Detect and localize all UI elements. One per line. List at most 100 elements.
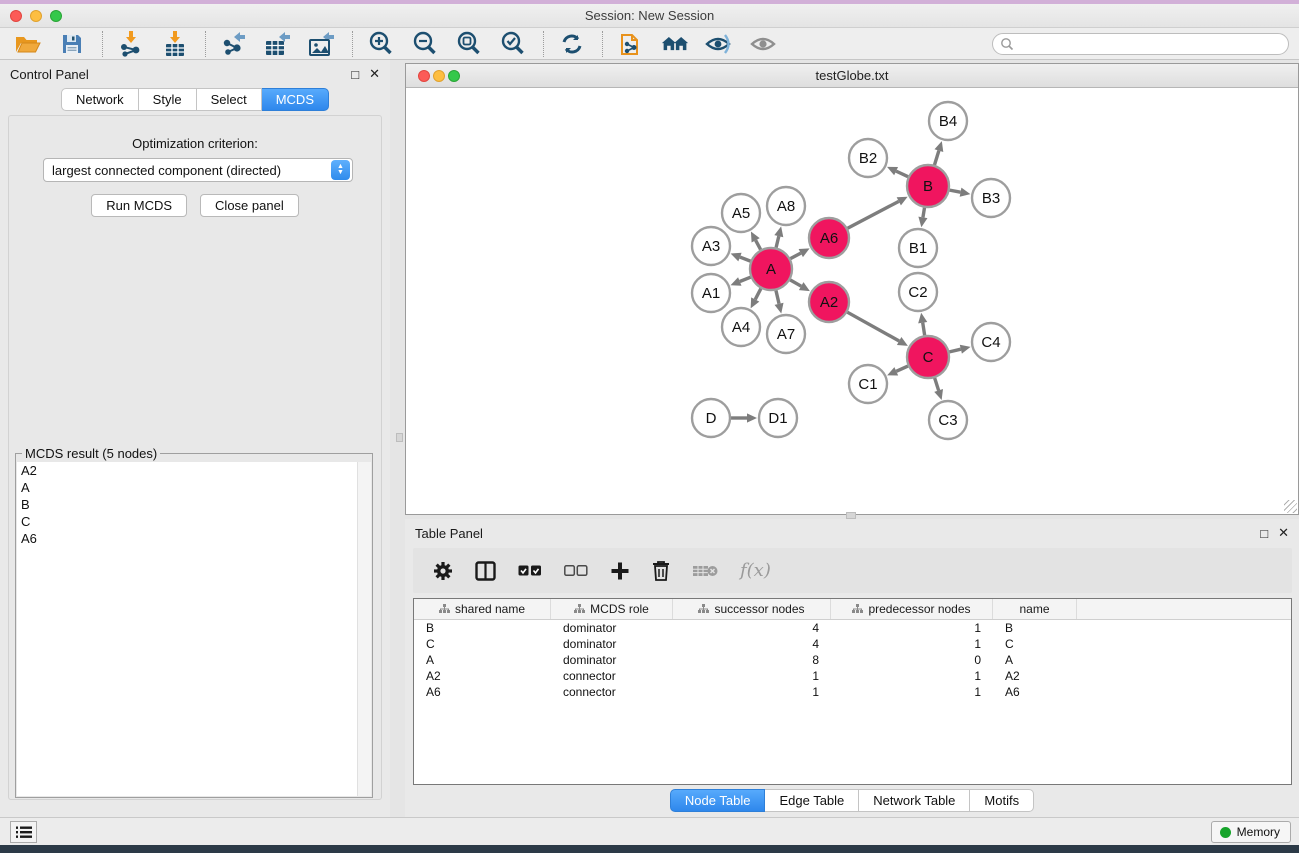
window-resize-grip[interactable] bbox=[1284, 500, 1297, 513]
delete-table-button[interactable] bbox=[692, 563, 718, 579]
table-cell[interactable]: A2 bbox=[414, 668, 551, 684]
table-cell[interactable]: connector bbox=[551, 668, 673, 684]
graph-node-A8[interactable]: A8 bbox=[767, 187, 805, 225]
table-cell[interactable]: A bbox=[993, 652, 1077, 668]
export-table-button[interactable] bbox=[264, 31, 292, 57]
run-mcds-button[interactable]: Run MCDS bbox=[91, 194, 187, 217]
graph-edge-A-A2[interactable] bbox=[790, 280, 810, 291]
table-cell[interactable]: 1 bbox=[831, 620, 993, 636]
graph-edge-A-A6[interactable] bbox=[790, 248, 809, 258]
delete-columns-button[interactable] bbox=[652, 560, 670, 581]
graph-node-C4[interactable]: C4 bbox=[972, 323, 1010, 361]
column-header-successor-nodes[interactable]: successor nodes bbox=[673, 599, 831, 619]
graph-edge-C-C2[interactable] bbox=[918, 313, 927, 336]
select-all-rows-button[interactable] bbox=[518, 565, 542, 577]
network-canvas[interactable]: AA1A3A5A8A4A7A6A2BB2B4B3B1CC2C4C1C3DD1 bbox=[406, 89, 1298, 514]
float-panel-icon[interactable]: □ bbox=[351, 67, 359, 82]
export-network-button[interactable] bbox=[220, 31, 248, 57]
graph-edge-A-A1[interactable] bbox=[730, 277, 750, 286]
criterion-select[interactable]: largest connected component (directed) ▲… bbox=[43, 158, 353, 182]
tab-network-table[interactable]: Network Table bbox=[859, 789, 970, 812]
graph-edge-D-D1[interactable] bbox=[731, 413, 757, 422]
graph-node-C3[interactable]: C3 bbox=[929, 401, 967, 439]
tab-node-table[interactable]: Node Table bbox=[670, 789, 766, 812]
graph-node-B[interactable]: B bbox=[907, 165, 949, 207]
table-cell[interactable]: 8 bbox=[673, 652, 831, 668]
table-cell[interactable]: dominator bbox=[551, 636, 673, 652]
table-cell[interactable]: connector bbox=[551, 684, 673, 700]
mcds-result-item[interactable]: A2 bbox=[17, 462, 357, 479]
save-session-button[interactable] bbox=[58, 31, 86, 57]
table-cell[interactable]: A6 bbox=[993, 684, 1077, 700]
graph-node-D1[interactable]: D1 bbox=[759, 399, 797, 437]
graph-edge-B-B1[interactable] bbox=[918, 208, 927, 228]
import-network-button[interactable] bbox=[117, 31, 145, 57]
table-cell[interactable]: 4 bbox=[673, 620, 831, 636]
table-cell[interactable]: dominator bbox=[551, 620, 673, 636]
close-table-panel-icon[interactable]: ✕ bbox=[1278, 525, 1289, 541]
horizontal-splitter-grip[interactable] bbox=[846, 512, 856, 519]
table-row[interactable]: A6connector11A6 bbox=[414, 684, 1291, 700]
column-header-shared-name[interactable]: shared name bbox=[414, 599, 551, 619]
graph-node-B2[interactable]: B2 bbox=[849, 139, 887, 177]
tab-network[interactable]: Network bbox=[61, 88, 139, 111]
table-cell[interactable]: 1 bbox=[831, 636, 993, 652]
import-table-button[interactable] bbox=[161, 31, 189, 57]
mcds-result-item[interactable]: C bbox=[17, 513, 357, 530]
close-panel-icon[interactable]: ✕ bbox=[369, 66, 380, 82]
column-header-name[interactable]: name bbox=[993, 599, 1077, 619]
deselect-all-rows-button[interactable] bbox=[564, 565, 588, 577]
table-row[interactable]: Bdominator41B bbox=[414, 620, 1291, 636]
graph-node-D[interactable]: D bbox=[692, 399, 730, 437]
table-cell[interactable]: 1 bbox=[673, 668, 831, 684]
graph-node-A[interactable]: A bbox=[750, 248, 792, 290]
tab-style[interactable]: Style bbox=[139, 88, 197, 111]
graph-node-B4[interactable]: B4 bbox=[929, 102, 967, 140]
graph-edge-A-A3[interactable] bbox=[731, 253, 751, 262]
table-cell[interactable]: 1 bbox=[673, 684, 831, 700]
table-cell[interactable]: A2 bbox=[993, 668, 1077, 684]
column-header-MCDS-role[interactable]: MCDS role bbox=[551, 599, 673, 619]
graph-node-B1[interactable]: B1 bbox=[899, 229, 937, 267]
zoom-in-button[interactable] bbox=[367, 31, 395, 57]
graph-edge-C-C3[interactable] bbox=[934, 378, 943, 400]
network-window-titlebar[interactable]: testGlobe.txt bbox=[406, 64, 1298, 88]
table-cell[interactable]: dominator bbox=[551, 652, 673, 668]
graph-node-A1[interactable]: A1 bbox=[692, 274, 730, 312]
graph-edge-A-A4[interactable] bbox=[751, 289, 761, 309]
graph-node-B3[interactable]: B3 bbox=[972, 179, 1010, 217]
table-cell[interactable]: A6 bbox=[414, 684, 551, 700]
hide-graphics-details-button[interactable] bbox=[705, 31, 733, 57]
table-cell[interactable]: 1 bbox=[831, 668, 993, 684]
table-row[interactable]: Adominator80A bbox=[414, 652, 1291, 668]
toolbar-search[interactable] bbox=[992, 33, 1289, 55]
table-row[interactable]: A2connector11A2 bbox=[414, 668, 1291, 684]
graph-edge-A6-B[interactable] bbox=[848, 197, 908, 229]
zoom-out-button[interactable] bbox=[411, 31, 439, 57]
graph-edge-C-C4[interactable] bbox=[949, 345, 970, 354]
show-column-button[interactable] bbox=[475, 561, 496, 581]
tab-edge-table[interactable]: Edge Table bbox=[765, 789, 859, 812]
refresh-layout-button[interactable] bbox=[558, 31, 586, 57]
table-cell[interactable]: C bbox=[414, 636, 551, 652]
zoom-fit-button[interactable] bbox=[455, 31, 483, 57]
graph-node-A6[interactable]: A6 bbox=[809, 218, 849, 258]
function-builder-button[interactable]: f(x) bbox=[740, 560, 771, 581]
graph-edge-A-A7[interactable] bbox=[775, 290, 784, 313]
tab-mcds[interactable]: MCDS bbox=[262, 88, 329, 111]
graph-edge-A-A5[interactable] bbox=[751, 232, 761, 250]
node-table[interactable]: shared nameMCDS rolesuccessor nodesprede… bbox=[413, 598, 1292, 785]
graph-node-A2[interactable]: A2 bbox=[809, 282, 849, 322]
table-cell[interactable]: A bbox=[414, 652, 551, 668]
vertical-splitter-grip[interactable] bbox=[396, 433, 403, 442]
home-view-button[interactable] bbox=[661, 31, 689, 57]
tab-select[interactable]: Select bbox=[197, 88, 262, 111]
table-cell[interactable]: C bbox=[993, 636, 1077, 652]
graph-edge-B-B2[interactable] bbox=[887, 167, 908, 177]
graph-node-C1[interactable]: C1 bbox=[849, 365, 887, 403]
graph-edge-B-B4[interactable] bbox=[934, 141, 943, 165]
graph-edge-A2-C[interactable] bbox=[847, 312, 908, 346]
graph-edge-B-B3[interactable] bbox=[950, 188, 971, 197]
graph-node-A3[interactable]: A3 bbox=[692, 227, 730, 265]
table-cell[interactable]: B bbox=[993, 620, 1077, 636]
